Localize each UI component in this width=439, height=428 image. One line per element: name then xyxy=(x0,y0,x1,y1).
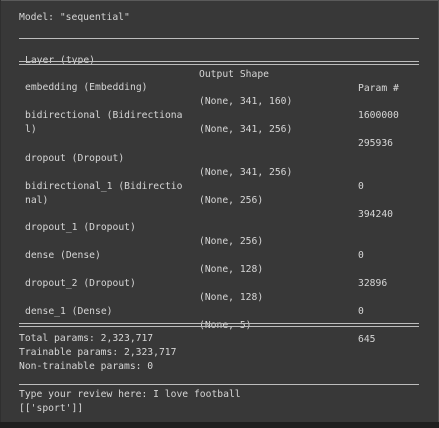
table-row-wrap: nal) xyxy=(25,180,420,208)
total-params: Total params: 2,323,717 xyxy=(19,333,154,344)
header-bottom-rule xyxy=(19,61,419,65)
prediction-result: [['sport']] xyxy=(19,403,84,414)
layer-name: dropout_1 (Dropout) xyxy=(25,222,136,233)
param-count: 645 xyxy=(358,334,376,345)
layer-name: dense_1 (Dense) xyxy=(25,306,113,317)
layer-name-wrap: nal) xyxy=(25,195,49,206)
layer-name-wrap: l) xyxy=(25,124,37,135)
layer-name: dense (Dense) xyxy=(25,250,101,261)
non-trainable-params: Non-trainable params: 0 xyxy=(19,361,154,372)
layer-name: dropout (Dropout) xyxy=(25,153,125,164)
bottom-band xyxy=(0,422,439,428)
review-prompt: Type your review here: I love football xyxy=(19,389,241,400)
header-top-rule xyxy=(19,38,419,39)
summary-rule xyxy=(19,323,419,327)
summary-bottom-rule xyxy=(19,384,419,385)
layer-name: embedding (Embedding) xyxy=(25,82,148,93)
cell-left-edge xyxy=(0,0,1,428)
layer-name: dropout_2 (Dropout) xyxy=(25,278,136,289)
table-row-wrap: l) xyxy=(25,109,420,137)
model-title: Model: "sequential" xyxy=(19,12,130,23)
trainable-params: Trainable params: 2,323,717 xyxy=(19,347,177,358)
